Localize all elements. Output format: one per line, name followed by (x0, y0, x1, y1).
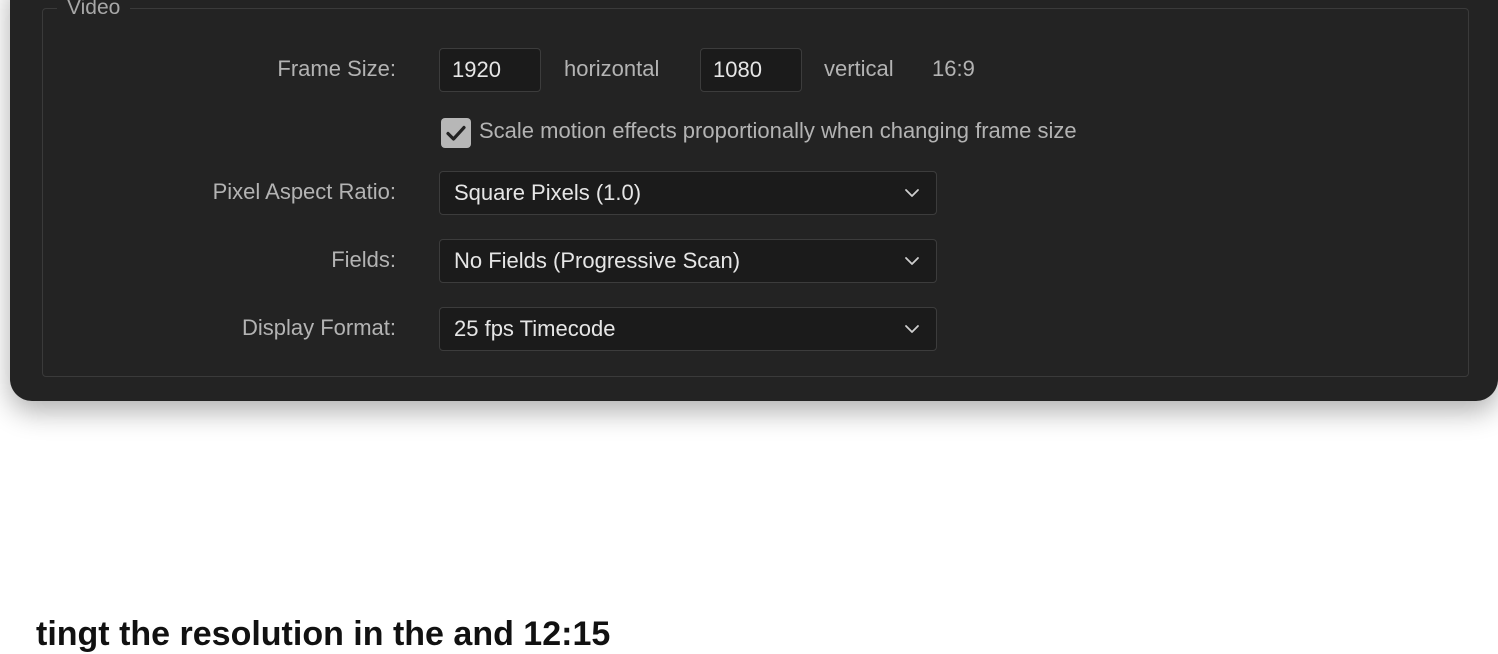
video-fieldset: Video Frame Size: horizontal vertical 16… (42, 0, 1469, 377)
frame-size-label: Frame Size: (277, 56, 396, 81)
display-format-label: Display Format: (241, 315, 396, 340)
display-format-value: 25 fps Timecode (454, 316, 616, 341)
frame-height-input[interactable] (700, 48, 802, 92)
page-heading-partial: tingt the resolution in the and 12:15 (36, 615, 611, 653)
scale-motion-label[interactable]: Scale motion effects proportionally when… (479, 118, 1077, 144)
horizontal-label: horizontal (564, 56, 660, 81)
scale-motion-checkbox[interactable] (441, 118, 471, 148)
vertical-label: vertical (824, 56, 894, 81)
video-section-legend: Video (57, 0, 131, 21)
fields-label: Fields: (331, 247, 396, 272)
display-format-dropdown[interactable]: 25 fps Timecode (439, 307, 937, 351)
fields-value: No Fields (Progressive Scan) (454, 248, 741, 273)
aspect-ratio-readout: 16:9 (932, 56, 975, 81)
pixel-aspect-ratio-value: Square Pixels (1.0) (454, 180, 642, 205)
sequence-settings-dialog: Video Frame Size: horizontal vertical 16… (10, 0, 1498, 401)
pixel-aspect-ratio-label: Pixel Aspect Ratio: (212, 179, 396, 204)
frame-width-input[interactable] (439, 48, 541, 92)
chevron-down-icon (905, 257, 919, 265)
chevron-down-icon (905, 189, 919, 197)
pixel-aspect-ratio-dropdown[interactable]: Square Pixels (1.0) (439, 171, 937, 215)
checkmark-icon (446, 125, 466, 141)
chevron-down-icon (905, 325, 919, 333)
fields-dropdown[interactable]: No Fields (Progressive Scan) (439, 239, 937, 283)
